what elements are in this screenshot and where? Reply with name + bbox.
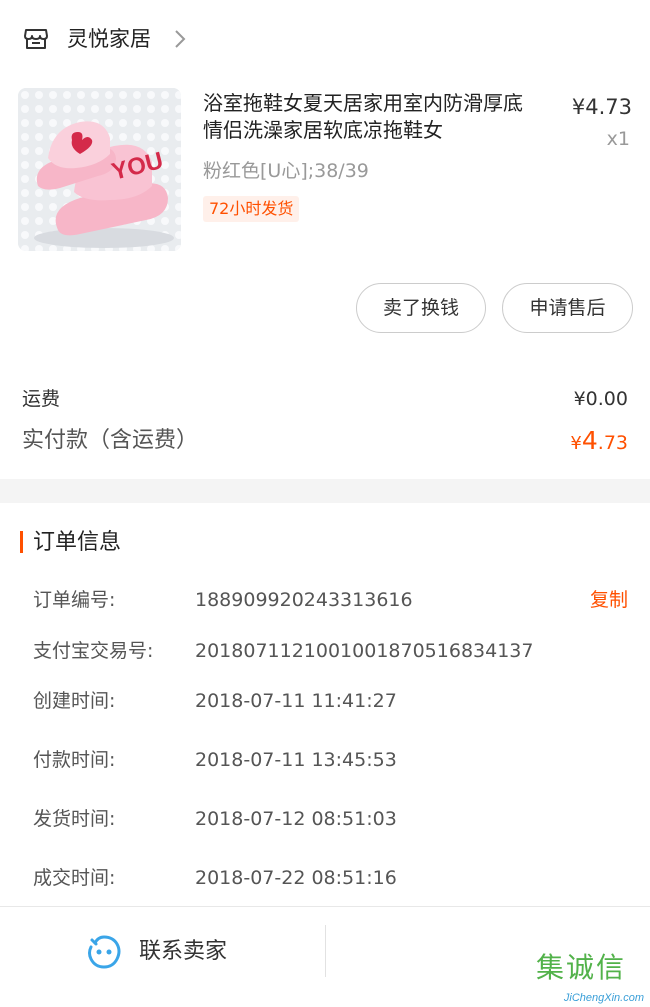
chevron-right-icon [175,30,186,48]
paid-time-label: 付款时间: [33,749,116,771]
order-number-value: 188909920243313616 [195,589,413,611]
total-paid-label: 实付款（含运费） [22,428,199,453]
shipped-time-value: 2018-07-12 08:51:03 [195,808,397,830]
freight-label: 运费 [22,388,61,410]
shipped-time-label: 发货时间: [33,808,116,830]
paid-time-value: 2018-07-11 13:45:53 [195,749,397,771]
product-price: ¥4.73 [571,95,632,119]
freight-row: 运费 ¥0.00 [22,384,628,414]
alipay-trade-label: 支付宝交易号: [33,640,154,662]
copy-order-number-button[interactable]: 复制 [590,585,628,615]
alipay-trade-value: 2018071121001001870516834137 [195,640,534,662]
apply-after-sale-button[interactable]: 申请售后 [502,283,633,333]
product-thumbnail[interactable]: YOU [18,88,181,251]
total-currency: ¥ [570,433,582,454]
shipping-badge: 72小时发货 [203,196,300,222]
total-integer: 4 [581,426,598,455]
slipper-image: YOU [18,88,181,251]
site-watermark: 集诚信 JiChengXin.com [532,949,650,1007]
order-number-row: 订单编号: 188909920243313616 复制 [0,585,650,615]
contact-seller-button[interactable]: 联系卖家 [0,907,325,1007]
watermark-logo-text: 集诚信 [536,951,627,984]
created-time-label: 创建时间: [33,690,116,712]
watermark-domain: JiChengXin.com [563,992,644,1004]
created-time-value: 2018-07-11 11:41:27 [195,690,397,712]
alipay-trade-row: 支付宝交易号: 2018071121001001870516834137 [0,636,650,666]
total-decimal: .73 [597,432,628,454]
store-icon [24,29,48,49]
section-divider [0,479,650,503]
product-quantity: x1 [606,128,630,150]
total-paid-value: ¥4.73 [570,424,628,461]
store-header[interactable]: 灵悦家居 [0,0,650,78]
section-accent-bar [20,531,23,553]
store-name: 灵悦家居 [67,27,151,51]
freight-value: ¥0.00 [573,388,628,410]
created-time-row: 创建时间: 2018-07-11 11:41:27 [0,686,650,716]
order-number-label: 订单编号: [33,589,116,611]
contact-seller-label: 联系卖家 [139,939,228,964]
completed-time-row: 成交时间: 2018-07-22 08:51:16 [0,863,650,893]
total-paid-row: 实付款（含运费） ¥4.73 [22,424,628,460]
bottom-separator [325,925,326,977]
order-info-title: 订单信息 [33,530,122,555]
paid-time-row: 付款时间: 2018-07-11 13:45:53 [0,745,650,775]
completed-time-value: 2018-07-22 08:51:16 [195,867,397,889]
completed-time-label: 成交时间: [33,867,116,889]
chat-face-icon [88,935,121,969]
shipped-time-row: 发货时间: 2018-07-12 08:51:03 [0,804,650,834]
product-title[interactable]: 浴室拖鞋女夏天居家用室内防滑厚底情侣洗澡家居软底凉拖鞋女 [203,90,535,144]
sell-for-cash-button[interactable]: 卖了换钱 [356,283,486,333]
product-sku: 粉红色[U心];38/39 [203,160,369,182]
